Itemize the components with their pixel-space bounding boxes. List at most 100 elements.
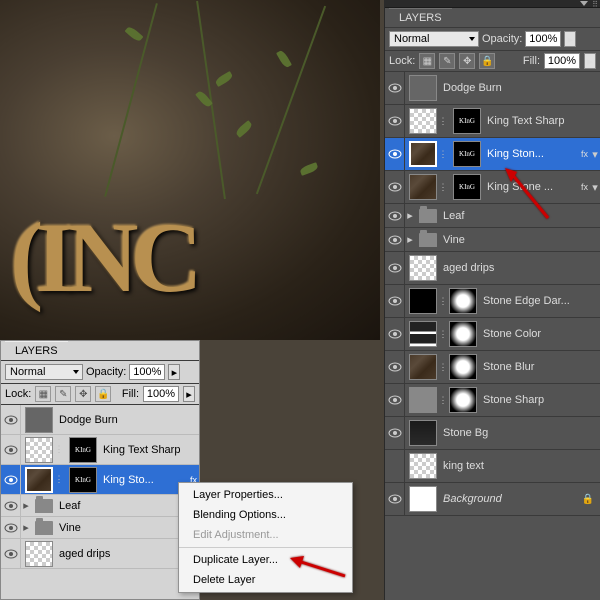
lock-transparency-icon[interactable]: ▦ [35,386,51,402]
link-icon[interactable]: ⋮ [55,467,63,493]
layer-row[interactable]: Dodge Burn [385,72,600,105]
visibility-toggle[interactable] [385,285,405,318]
layer-thumbnail[interactable] [409,255,437,281]
mask-thumbnail[interactable] [449,321,477,347]
tab-layers[interactable]: LAYERS [389,8,452,27]
layer-row[interactable]: Stone Bg [385,417,600,450]
layer-name[interactable]: Background [443,493,582,505]
layer-thumbnail[interactable] [25,467,53,493]
group-expand-icon[interactable]: ▸ [405,233,415,246]
layer-row[interactable]: aged drips [1,539,199,569]
menu-layer-properties[interactable]: Layer Properties... [179,485,352,505]
lock-all-icon[interactable]: 🔒 [95,386,111,402]
link-icon[interactable]: ⋮ [439,354,447,380]
layer-group-row[interactable]: ▸ Leaf [385,204,600,228]
blend-mode-dropdown[interactable]: Normal [5,364,83,380]
layer-thumbnail[interactable] [409,75,437,101]
fill-flyout-icon[interactable]: ▸ [584,53,596,69]
layer-thumbnail[interactable] [409,420,437,446]
layer-name[interactable]: Stone Blur [483,361,600,373]
tab-layers[interactable]: LAYERS [5,341,68,360]
opacity-flyout-icon[interactable]: ▸ [168,364,180,380]
layer-row[interactable]: ⋮ KInG King Stone ... fx ▾ [385,171,600,204]
group-expand-icon[interactable]: ▸ [21,499,31,512]
visibility-toggle[interactable] [385,204,405,228]
layer-thumbnail[interactable] [409,354,437,380]
visibility-toggle[interactable] [1,463,21,496]
link-icon[interactable]: ⋮ [55,437,63,463]
fill-flyout-icon[interactable]: ▸ [183,386,195,402]
visibility-toggle[interactable] [385,351,405,384]
layer-thumbnail[interactable] [409,288,437,314]
mask-thumbnail[interactable] [449,354,477,380]
mask-thumbnail[interactable]: KInG [69,467,97,493]
layer-row[interactable]: king text [385,450,600,483]
layer-row[interactable]: ⋮ Stone Edge Dar... [385,285,600,318]
mask-thumbnail[interactable]: KInG [453,174,481,200]
layer-thumbnail[interactable] [25,541,53,567]
layer-row-selected[interactable]: ⋮ KInG King Ston... fx ▾ [385,138,600,171]
lock-transparency-icon[interactable]: ▦ [419,53,435,69]
visibility-toggle[interactable] [385,72,405,105]
collapse-triangle-icon[interactable] [580,1,588,6]
visibility-toggle[interactable] [385,252,405,285]
layer-row[interactable]: Dodge Burn [1,405,199,435]
group-expand-icon[interactable]: ▸ [405,209,415,222]
layer-name[interactable]: King Text Sharp [103,444,199,456]
visibility-toggle[interactable] [385,228,405,252]
visibility-toggle[interactable] [385,417,405,450]
visibility-toggle[interactable] [1,433,21,466]
layer-name[interactable]: Stone Edge Dar... [483,295,600,307]
fx-expand-icon[interactable]: ▾ [590,181,600,194]
layer-thumbnail[interactable] [25,437,53,463]
layer-thumbnail[interactable] [409,387,437,413]
layer-row[interactable]: ⋮ Stone Blur [385,351,600,384]
lock-pixels-icon[interactable]: ✎ [439,53,455,69]
link-icon[interactable]: ⋮ [439,387,447,413]
visibility-toggle[interactable] [1,495,21,517]
layer-row[interactable]: Background 🔒 [385,483,600,516]
opacity-input[interactable]: 100% [525,31,561,47]
layer-name[interactable]: king text [443,460,600,472]
layer-thumbnail[interactable] [409,321,437,347]
blend-mode-dropdown[interactable]: Normal [389,31,479,47]
layer-thumbnail[interactable] [409,453,437,479]
fill-input[interactable]: 100% [544,53,580,69]
link-icon[interactable]: ⋮ [439,288,447,314]
layer-row[interactable]: ⋮ KInG King Text Sharp [385,105,600,138]
link-icon[interactable]: ⋮ [439,141,447,167]
lock-pixels-icon[interactable]: ✎ [55,386,71,402]
layer-thumbnail[interactable] [409,174,437,200]
visibility-toggle[interactable] [385,105,405,138]
visibility-toggle[interactable] [385,384,405,417]
visibility-toggle[interactable] [385,450,405,483]
visibility-toggle[interactable] [385,318,405,351]
lock-position-icon[interactable]: ✥ [75,386,91,402]
layer-row-selected[interactable]: ⋮ KInG King Sto... fx [1,465,199,495]
menu-blending-options[interactable]: Blending Options... [179,505,352,525]
mask-thumbnail[interactable] [449,288,477,314]
layer-row[interactable]: ⋮ KInG King Text Sharp [1,435,199,465]
layer-name[interactable]: aged drips [443,262,600,274]
layer-group-row[interactable]: ▸ Leaf [1,495,199,517]
layer-name[interactable]: Stone Color [483,328,600,340]
visibility-toggle[interactable] [385,171,405,204]
layer-name[interactable]: King Text Sharp [487,115,600,127]
lock-all-icon[interactable]: 🔒 [479,53,495,69]
link-icon[interactable]: ⋮ [439,321,447,347]
visibility-toggle[interactable] [1,537,21,569]
group-expand-icon[interactable]: ▸ [21,521,31,534]
mask-thumbnail[interactable]: KInG [453,141,481,167]
layer-thumbnail[interactable] [409,108,437,134]
layer-name[interactable]: Dodge Burn [59,414,199,426]
layer-name[interactable]: Vine [443,234,600,246]
link-icon[interactable]: ⋮ [439,174,447,200]
layer-name[interactable]: King Ston... [487,148,581,160]
mask-thumbnail[interactable]: KInG [69,437,97,463]
mask-thumbnail[interactable]: KInG [453,108,481,134]
visibility-toggle[interactable] [385,483,405,516]
link-icon[interactable]: ⋮ [439,108,447,134]
visibility-toggle[interactable] [1,405,21,436]
lock-position-icon[interactable]: ✥ [459,53,475,69]
layer-row[interactable]: ⋮ Stone Color [385,318,600,351]
